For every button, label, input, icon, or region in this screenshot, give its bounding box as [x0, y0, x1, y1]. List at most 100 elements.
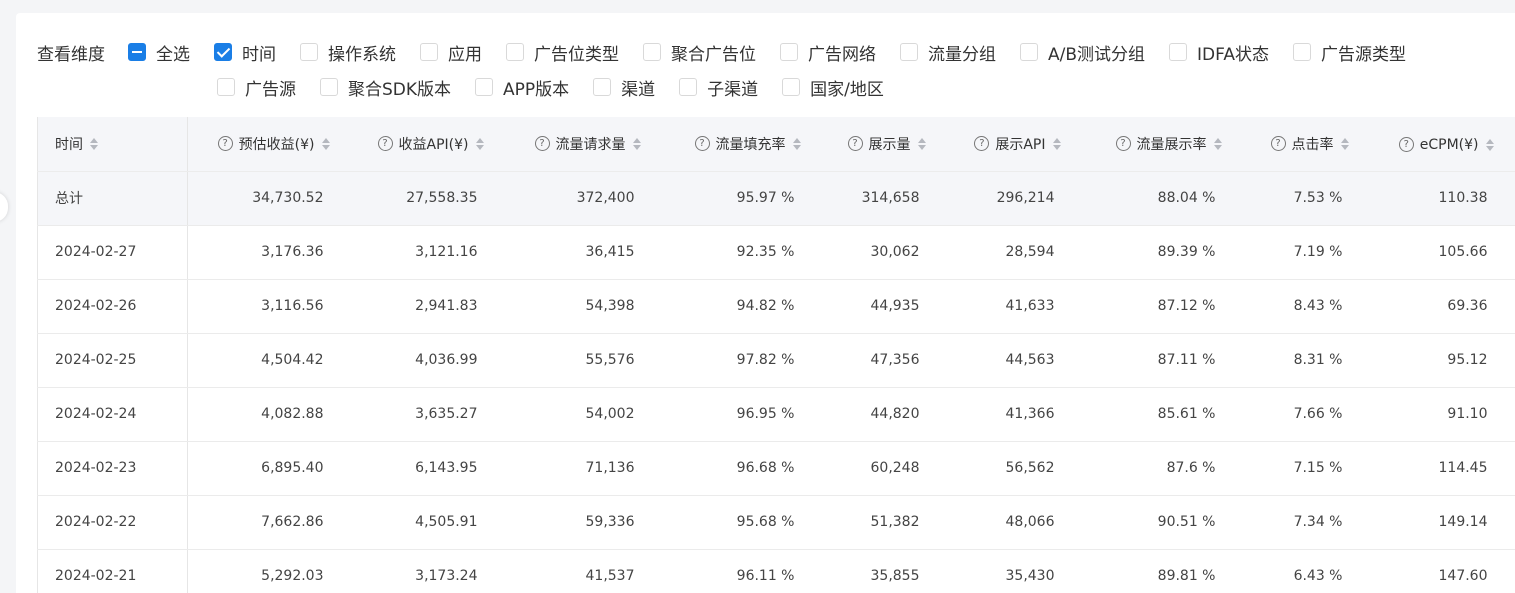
sort-icon[interactable]: [1340, 137, 1349, 150]
report-panel: 查看维度 全选 时间 操作系统 应用 广告位类型 聚合广告位 广告网络 流量分组 A/B测试分组…: [16, 13, 1515, 593]
sort-descending-icon[interactable]: [475, 144, 484, 150]
dimension-option[interactable]: 广告位类型: [506, 37, 619, 67]
sort-ascending-icon[interactable]: [917, 137, 926, 143]
sort-descending-icon[interactable]: [792, 144, 801, 150]
sort-ascending-icon[interactable]: [632, 137, 641, 143]
checkbox[interactable]: [128, 43, 146, 61]
sort-icon[interactable]: [1052, 137, 1061, 150]
sort-descending-icon[interactable]: [1052, 144, 1061, 150]
table-row[interactable]: 2024-02-23 6,895.40 6,143.95 71,136 96.68 % 6…: [37, 441, 1515, 496]
sort-descending-icon[interactable]: [90, 144, 98, 150]
checkbox[interactable]: [1020, 43, 1038, 61]
dimension-option[interactable]: 时间: [214, 37, 276, 67]
checkbox[interactable]: [506, 43, 524, 61]
sort-descending-icon[interactable]: [917, 144, 926, 150]
cell-gap: [1497, 441, 1515, 496]
sort-ascending-icon[interactable]: [1485, 138, 1494, 144]
sort-icon[interactable]: [792, 137, 801, 150]
checkbox[interactable]: [900, 43, 918, 61]
column-header[interactable]: ? 收益API(¥): [333, 117, 488, 172]
dimension-option[interactable]: A/B测试分组: [1020, 37, 1145, 67]
sort-ascending-icon[interactable]: [1213, 137, 1222, 143]
dimension-option[interactable]: IDFA状态: [1169, 37, 1269, 67]
column-header[interactable]: ? 预估收益(¥): [187, 117, 334, 172]
sort-ascending-icon[interactable]: [792, 137, 801, 143]
sort-icon[interactable]: [475, 137, 484, 150]
help-icon[interactable]: ?: [1398, 137, 1414, 152]
column-header[interactable]: ? eCPM(¥): [1352, 117, 1498, 172]
cell-value: 54,002: [487, 387, 645, 442]
checkbox[interactable]: [320, 78, 338, 96]
sort-icon[interactable]: [917, 137, 926, 150]
checkbox[interactable]: [1169, 43, 1188, 61]
table-row[interactable]: 2024-02-25 4,504.42 4,036.99 55,576 97.82 % 4…: [37, 333, 1515, 388]
dimension-option[interactable]: 聚合SDK版本: [320, 72, 451, 102]
dimension-option[interactable]: 国家/地区: [782, 72, 884, 102]
sort-icon[interactable]: [90, 137, 98, 150]
help-icon[interactable]: ?: [217, 136, 233, 152]
column-header[interactable]: ? 流量展示率: [1064, 117, 1226, 172]
table-body: 总计 34,730.52 27,558.35 372,400 95.97 % 314,65…: [37, 171, 1515, 593]
sort-icon[interactable]: [1213, 137, 1222, 150]
checkbox[interactable]: [780, 43, 798, 61]
dimension-option[interactable]: 全选: [128, 37, 190, 67]
dimension-option[interactable]: 流量分组: [900, 37, 996, 67]
sort-ascending-icon[interactable]: [1052, 137, 1061, 143]
sort-ascending-icon[interactable]: [1340, 137, 1349, 143]
checkbox[interactable]: [1292, 43, 1311, 61]
sort-icon[interactable]: [632, 137, 641, 150]
dimension-option[interactable]: 渠道: [593, 72, 655, 102]
dimension-option[interactable]: 聚合广告位: [643, 37, 756, 67]
help-icon[interactable]: ?: [847, 136, 863, 152]
cell-value: 3,176.36: [187, 225, 334, 280]
table-row[interactable]: 2024-02-24 4,082.88 3,635.27 54,002 96.95 % 4…: [37, 387, 1515, 442]
sort-ascending-icon[interactable]: [90, 137, 98, 143]
sort-ascending-icon[interactable]: [475, 137, 484, 143]
checkbox[interactable]: [420, 43, 438, 61]
column-header[interactable]: ? 点击率: [1225, 117, 1353, 172]
dimension-option[interactable]: APP版本: [475, 72, 569, 102]
side-panel-toggle[interactable]: [0, 192, 8, 222]
table-row[interactable]: 2024-02-26 3,116.56 2,941.83 54,398 94.82 % 4…: [37, 279, 1515, 334]
cell-time: 2024-02-26: [37, 279, 188, 334]
table-row[interactable]: 2024-02-21 5,292.03 3,173.24 41,537 96.11 % 3…: [37, 549, 1515, 593]
dimension-option[interactable]: 应用: [420, 37, 482, 67]
column-header-time[interactable]: 时间: [37, 117, 188, 172]
dimension-option[interactable]: 操作系统: [300, 37, 396, 67]
sort-descending-icon[interactable]: [1213, 144, 1222, 150]
dimension-option[interactable]: 子渠道: [679, 72, 758, 102]
table-row[interactable]: 2024-02-22 7,662.86 4,505.91 59,336 95.68 % 5…: [37, 495, 1515, 550]
sort-icon[interactable]: [1485, 138, 1494, 151]
sort-icon[interactable]: [321, 137, 330, 150]
help-icon[interactable]: ?: [974, 136, 990, 152]
cell-value: 114.45: [1352, 441, 1498, 496]
checkbox[interactable]: [643, 43, 661, 61]
cell-value: 4,504.42: [187, 333, 334, 388]
table-row[interactable]: 2024-02-27 3,176.36 3,121.16 36,415 92.35 % 3…: [37, 225, 1515, 280]
column-header[interactable]: ? 展示量: [804, 117, 930, 172]
column-header[interactable]: ? 流量请求量: [487, 117, 645, 172]
sort-descending-icon[interactable]: [1485, 145, 1494, 151]
checkbox[interactable]: [782, 78, 801, 96]
checkbox[interactable]: [593, 78, 612, 96]
help-icon[interactable]: ?: [1115, 136, 1131, 152]
sort-ascending-icon[interactable]: [321, 137, 330, 143]
column-header[interactable]: ? 展示API: [929, 117, 1065, 172]
help-icon[interactable]: ?: [1270, 136, 1286, 152]
help-icon[interactable]: ?: [694, 136, 710, 152]
help-icon[interactable]: ?: [377, 136, 393, 152]
dimension-option[interactable]: 广告网络: [780, 37, 876, 67]
checkbox[interactable]: [214, 43, 232, 61]
column-header[interactable]: ? 流量填充率: [644, 117, 805, 172]
sort-descending-icon[interactable]: [321, 144, 330, 150]
dimension-option[interactable]: 广告源: [217, 72, 296, 102]
cell-gap: [1497, 171, 1515, 226]
checkbox[interactable]: [217, 78, 235, 96]
checkbox[interactable]: [300, 43, 318, 61]
dimension-option[interactable]: 广告源类型: [1292, 37, 1406, 67]
sort-descending-icon[interactable]: [1340, 144, 1349, 150]
checkbox[interactable]: [679, 78, 698, 96]
checkbox[interactable]: [475, 78, 494, 96]
help-icon[interactable]: ?: [534, 136, 550, 152]
sort-descending-icon[interactable]: [632, 144, 641, 150]
